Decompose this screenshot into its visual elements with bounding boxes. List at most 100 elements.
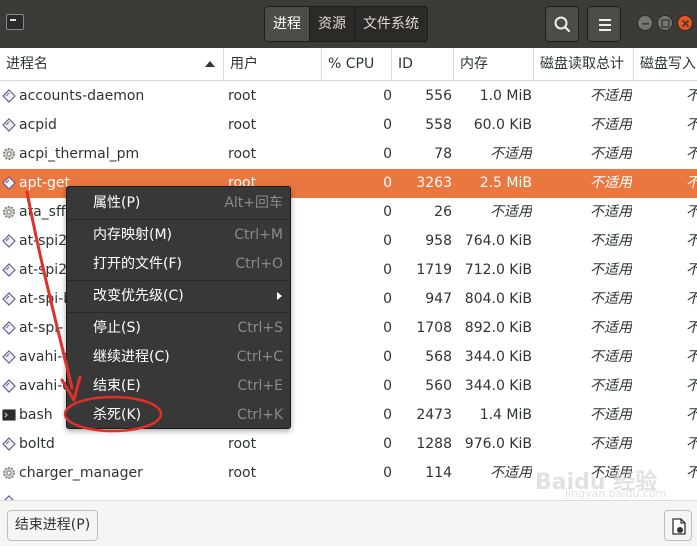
col-disk-write[interactable]: 磁盘写入 bbox=[634, 48, 697, 81]
tab-filesystems[interactable]: 文件系统 bbox=[355, 7, 427, 41]
col-user[interactable]: 用户 bbox=[224, 48, 322, 81]
watermark-url: jingyan.baidu.com bbox=[565, 487, 667, 500]
process-cpu: 0 bbox=[383, 88, 392, 104]
process-id: 26 bbox=[434, 204, 452, 220]
document-info-icon bbox=[672, 518, 686, 535]
table-row[interactable]: accounts-daemon root 0 556 1.0 MiB 不适用 不 bbox=[0, 82, 697, 111]
process-id: 2473 bbox=[416, 407, 452, 423]
process-memory: 804.0 KiB bbox=[464, 291, 532, 307]
gear-icon bbox=[3, 467, 15, 479]
menu-item-change-priority[interactable]: 改变优先级(C) bbox=[67, 282, 290, 310]
diamond-icon bbox=[2, 263, 16, 277]
end-process-button[interactable]: 结束进程(P) bbox=[7, 510, 98, 541]
process-disk-read: 不适用 bbox=[590, 146, 632, 162]
col-cpu[interactable]: % CPU bbox=[322, 48, 392, 81]
process-id: 114 bbox=[425, 465, 452, 481]
process-memory: 344.0 KiB bbox=[464, 349, 532, 365]
process-cpu: 0 bbox=[383, 465, 392, 481]
process-user: root bbox=[228, 88, 257, 104]
tab-processes[interactable]: 进程 bbox=[265, 7, 310, 41]
diamond-icon bbox=[2, 437, 16, 451]
menu-item-stop[interactable]: 停止(S) Ctrl+S bbox=[67, 314, 290, 342]
col-memory[interactable]: 内存 bbox=[454, 48, 534, 81]
process-id: 1719 bbox=[416, 262, 452, 278]
process-disk-read: 不适用 bbox=[590, 88, 632, 104]
process-id: 558 bbox=[425, 117, 452, 133]
diamond-icon bbox=[2, 350, 16, 364]
menu-item-memory-maps[interactable]: 内存映射(M) Ctrl+M bbox=[67, 221, 290, 249]
process-disk-write: 不 bbox=[640, 198, 697, 227]
process-disk-read: 不适用 bbox=[590, 262, 632, 278]
process-info-button[interactable] bbox=[664, 510, 692, 541]
menu-item-open-files[interactable]: 打开的文件(F) Ctrl+O bbox=[67, 250, 290, 278]
process-disk-write: 不 bbox=[640, 285, 697, 314]
process-cpu: 0 bbox=[383, 291, 392, 307]
process-disk-write: 不 bbox=[640, 372, 697, 401]
menu-item-continue[interactable]: 继续进程(C) Ctrl+C bbox=[67, 343, 290, 371]
process-cpu: 0 bbox=[383, 436, 392, 452]
process-cpu: 0 bbox=[383, 146, 392, 162]
col-id[interactable]: ID bbox=[392, 48, 454, 81]
menu-item-kill[interactable]: 杀死(K) Ctrl+K bbox=[67, 401, 290, 429]
process-memory: 60.0 KiB bbox=[473, 117, 532, 133]
process-cpu: 0 bbox=[383, 204, 392, 220]
close-icon[interactable] bbox=[677, 15, 693, 31]
search-button[interactable] bbox=[545, 6, 579, 42]
process-disk-write: 不 bbox=[640, 111, 697, 140]
menu-separator bbox=[67, 312, 290, 313]
process-disk-write: 不 bbox=[640, 314, 697, 343]
process-id: 3263 bbox=[416, 175, 452, 191]
process-name: charger_manager bbox=[19, 465, 143, 481]
terminal-icon bbox=[2, 409, 16, 421]
gear-icon bbox=[3, 148, 15, 160]
col-process-name[interactable]: 进程名 bbox=[0, 48, 224, 81]
maximize-icon[interactable] bbox=[657, 15, 673, 31]
process-id: 958 bbox=[425, 233, 452, 249]
process-disk-write: 不 bbox=[640, 82, 697, 111]
main-menu-button[interactable] bbox=[587, 6, 621, 42]
table-row[interactable]: acpid root 0 558 60.0 KiB 不适用 不 bbox=[0, 111, 697, 140]
minimize-icon[interactable] bbox=[637, 15, 653, 31]
process-disk-write: 不 bbox=[640, 401, 697, 430]
process-memory: 712.0 KiB bbox=[464, 262, 532, 278]
diamond-icon bbox=[2, 176, 16, 190]
process-memory: 764.0 KiB bbox=[464, 233, 532, 249]
process-user: root bbox=[228, 117, 257, 133]
hamburger-menu-icon bbox=[599, 19, 611, 31]
table-row[interactable]: boltd root 0 1288 976.0 KiB 不适用 不 bbox=[0, 430, 697, 459]
process-id: 556 bbox=[425, 88, 452, 104]
process-name: accounts-daemon bbox=[19, 88, 145, 104]
process-user: root bbox=[228, 465, 257, 481]
diamond-icon bbox=[2, 292, 16, 306]
process-cpu: 0 bbox=[383, 262, 392, 278]
process-cpu: 0 bbox=[383, 117, 392, 133]
col-disk-read[interactable]: 磁盘读取总计 bbox=[534, 48, 634, 81]
process-disk-write: 不 bbox=[640, 343, 697, 372]
process-id: 1288 bbox=[416, 436, 452, 452]
process-name: acpi_thermal_pm bbox=[19, 146, 140, 162]
terminal-app-icon bbox=[6, 14, 24, 30]
process-disk-read: 不适用 bbox=[590, 436, 632, 452]
process-id: 1708 bbox=[416, 320, 452, 336]
process-cpu: 0 bbox=[383, 349, 392, 365]
process-disk-read: 不适用 bbox=[590, 407, 632, 423]
diamond-icon bbox=[2, 321, 16, 335]
gear-icon bbox=[3, 206, 15, 218]
process-memory: 不适用 bbox=[490, 204, 532, 220]
search-icon bbox=[554, 16, 571, 33]
menu-item-end[interactable]: 结束(E) Ctrl+E bbox=[67, 372, 290, 400]
menu-item-properties[interactable]: 属性(P) Alt+回车 bbox=[67, 189, 290, 217]
menu-separator bbox=[67, 280, 290, 281]
process-disk-read: 不适用 bbox=[590, 378, 632, 394]
submenu-arrow-icon bbox=[277, 292, 282, 300]
process-disk-read: 不适用 bbox=[590, 349, 632, 365]
process-cpu: 0 bbox=[383, 320, 392, 336]
process-disk-write: 不 bbox=[640, 169, 697, 198]
tab-resources[interactable]: 资源 bbox=[310, 7, 355, 41]
view-switcher: 进程 资源 文件系统 bbox=[264, 6, 428, 42]
process-memory: 976.0 KiB bbox=[464, 436, 532, 452]
context-menu: 属性(P) Alt+回车 内存映射(M) Ctrl+M 打开的文件(F) Ctr… bbox=[66, 186, 291, 429]
column-header: 进程名 用户 % CPU ID 内存 磁盘读取总计 磁盘写入 bbox=[0, 48, 697, 81]
process-memory: 1.0 MiB bbox=[479, 88, 532, 104]
table-row[interactable]: acpi_thermal_pm root 0 78 不适用 不适用 不 bbox=[0, 140, 697, 169]
